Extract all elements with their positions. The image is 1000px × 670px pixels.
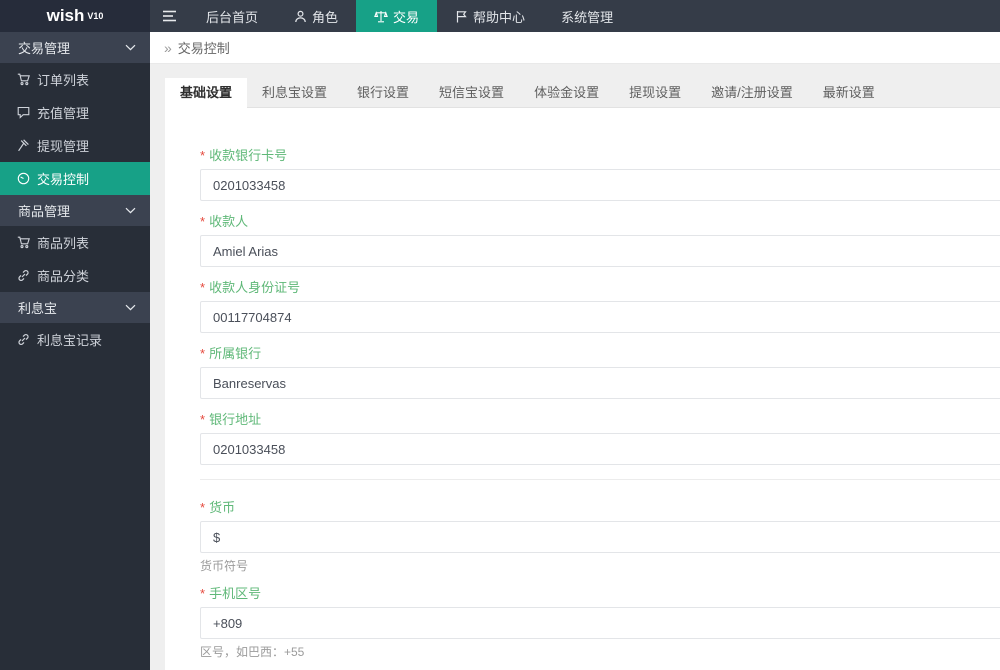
page-body: 基础设置 利息宝设置 银行设置 短信宝设置 体验金设置 提现设置 邀请/注册设置…	[150, 64, 1000, 670]
flag-icon	[455, 10, 468, 23]
sidebar-group-label: 利息宝	[18, 301, 58, 316]
field-hint: 区号，如巴西：+55	[200, 645, 305, 659]
sidebar-group-interest-treasure[interactable]: 利息宝	[0, 292, 150, 323]
payee-id-number-input[interactable]	[200, 301, 1000, 333]
cart-icon	[17, 73, 30, 86]
field-payee-bank-card-number: * 收款银行卡号	[200, 148, 1000, 201]
sidebar-group-label: 交易管理	[18, 41, 71, 56]
basic-settings-form: *收款银行卡号 *收款人 *收款人身份证号 *所属银行 *银行地址	[165, 108, 1000, 670]
field-payee-name: * 收款人	[200, 214, 1000, 267]
required-marker: *	[200, 214, 206, 229]
topnav-item-roles[interactable]: 角色	[276, 0, 356, 32]
sidebar-item-recharge-management[interactable]: 充值管理	[0, 96, 150, 129]
chevron-down-icon	[125, 44, 136, 51]
sidebar-item-withdraw-management[interactable]: 提现管理	[0, 129, 150, 162]
sidebar-item-interest-records[interactable]: 利息宝记录	[0, 323, 150, 356]
main-content: » 交易控制 基础设置 利息宝设置 银行设置 短信宝设置 体验金设置 提现设置 …	[150, 32, 1000, 670]
required-marker: *	[200, 280, 206, 295]
link-icon	[17, 333, 30, 346]
sidebar-group-product-management[interactable]: 商品管理	[0, 195, 150, 226]
cart-icon	[17, 236, 30, 249]
dashboard-icon	[17, 172, 30, 185]
field-label: 银行地址	[209, 412, 262, 427]
sidebar-collapse-button[interactable]	[150, 0, 188, 32]
field-phone-area-code: *手机区号 区号，如巴西：+55	[200, 586, 1000, 659]
topnav-label: 角色	[312, 9, 339, 25]
payee-name-input[interactable]	[200, 235, 1000, 267]
bank-address-input[interactable]	[200, 433, 1000, 465]
payee-bank-card-number-input[interactable]	[200, 169, 1000, 201]
breadcrumb-separator-icon: »	[164, 39, 172, 56]
hamburger-icon	[162, 10, 177, 22]
tab-latest-settings[interactable]: 最新设置	[808, 78, 890, 107]
sidebar-group-label: 商品管理	[18, 204, 71, 219]
field-label: 货币	[209, 500, 236, 515]
sidebar-item-trade-control[interactable]: 交易控制	[0, 162, 150, 195]
field-label: 所属银行	[209, 346, 262, 361]
field-bank-address: * 银行地址	[200, 412, 1000, 465]
gavel-icon	[17, 139, 30, 152]
topnav-item-trade[interactable]: 交易	[356, 0, 438, 32]
sidebar-item-label: 订单列表	[37, 73, 90, 88]
app-logo: wish V10	[0, 0, 150, 32]
sidebar-item-order-list[interactable]: 订单列表	[0, 63, 150, 96]
link-icon	[17, 269, 30, 282]
top-navigation: 后台首页 角色 交易 帮助中心 系统管理	[188, 0, 631, 32]
settings-card: 基础设置 利息宝设置 银行设置 短信宝设置 体验金设置 提现设置 邀请/注册设置…	[165, 78, 1000, 670]
required-marker: *	[200, 412, 206, 427]
tab-basic-settings[interactable]: 基础设置	[165, 78, 248, 108]
sidebar-item-label: 利息宝记录	[37, 333, 103, 348]
topnav-item-home[interactable]: 后台首页	[188, 0, 276, 32]
required-marker: *	[200, 346, 206, 361]
tab-interest-settings[interactable]: 利息宝设置	[247, 78, 342, 107]
person-icon	[294, 10, 307, 23]
settings-tabs: 基础设置 利息宝设置 银行设置 短信宝设置 体验金设置 提现设置 邀请/注册设置…	[165, 78, 1000, 108]
field-label: 收款人身份证号	[209, 280, 301, 295]
comment-icon	[17, 106, 30, 119]
tab-trial-bonus-settings[interactable]: 体验金设置	[519, 78, 614, 107]
field-label: 收款银行卡号	[209, 148, 288, 163]
field-label: 手机区号	[209, 586, 262, 601]
field-currency: *货币 货币符号	[200, 500, 1000, 573]
sidebar-item-label: 交易控制	[37, 172, 90, 187]
logo-text: wish	[46, 6, 85, 25]
topnav-label: 后台首页	[206, 9, 259, 25]
sidebar-item-product-category[interactable]: 商品分类	[0, 259, 150, 292]
tab-bank-settings[interactable]: 银行设置	[342, 78, 424, 107]
bank-name-input[interactable]	[200, 367, 1000, 399]
chevron-down-icon	[125, 207, 136, 214]
chevron-down-icon	[125, 304, 136, 311]
field-bank-name: * 所属银行	[200, 346, 1000, 399]
logo-version: V10	[87, 11, 104, 21]
topnav-label: 交易	[393, 9, 420, 25]
tab-sms-settings[interactable]: 短信宝设置	[424, 78, 519, 107]
required-marker: *	[200, 148, 206, 163]
phone-area-code-input[interactable]	[200, 607, 1000, 639]
field-label: 收款人	[209, 214, 249, 229]
sidebar-item-product-list[interactable]: 商品列表	[0, 226, 150, 259]
field-payee-id-number: * 收款人身份证号	[200, 280, 1000, 333]
sidebar-item-label: 充值管理	[37, 106, 90, 121]
required-marker: *	[200, 500, 206, 515]
sidebar-item-label: 商品列表	[37, 236, 90, 251]
required-marker: *	[200, 586, 206, 601]
currency-input[interactable]	[200, 521, 1000, 553]
topbar: wish V10 后台首页 角色 交易 帮助中心 系统管理	[0, 0, 1000, 32]
sidebar: 交易管理 订单列表 充值管理 提现管理 交易控制 商品管理 商品列表 商品分类 …	[0, 32, 150, 670]
breadcrumb: » 交易控制	[150, 32, 1000, 64]
sidebar-group-trade-management[interactable]: 交易管理	[0, 32, 150, 63]
section-divider	[200, 479, 1000, 480]
topnav-label: 系统管理	[561, 9, 614, 25]
field-hint: 货币符号	[200, 559, 249, 573]
topnav-item-help-center[interactable]: 帮助中心	[437, 0, 543, 32]
scales-icon	[374, 10, 388, 23]
tab-invite-register-settings[interactable]: 邀请/注册设置	[696, 78, 808, 107]
sidebar-item-label: 商品分类	[37, 269, 90, 284]
topnav-label: 帮助中心	[473, 9, 526, 25]
tab-withdraw-settings[interactable]: 提现设置	[614, 78, 696, 107]
sidebar-item-label: 提现管理	[37, 139, 90, 154]
page-title: 交易控制	[177, 41, 230, 56]
topnav-item-system[interactable]: 系统管理	[543, 0, 631, 32]
